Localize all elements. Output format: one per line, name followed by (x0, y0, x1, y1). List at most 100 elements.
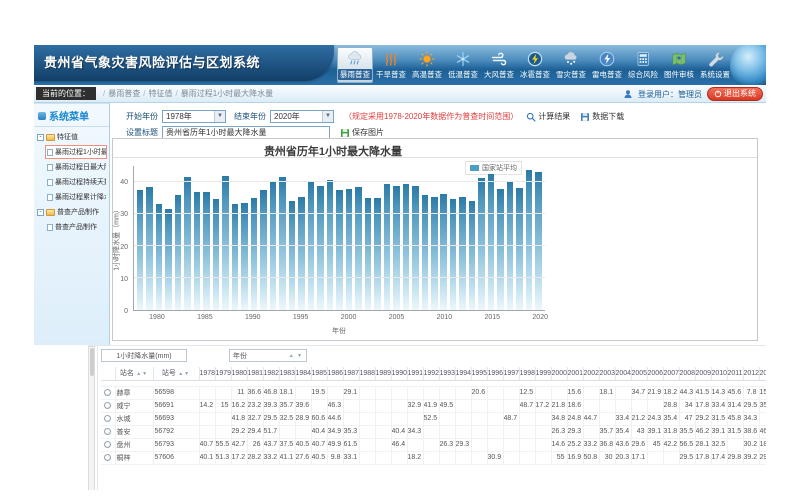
value-cell: 18.2 (663, 386, 679, 399)
breadcrumb-item[interactable]: 暴雨过程1小时最大降水量 (181, 89, 273, 98)
data-download-label: 数据下载 (592, 111, 624, 122)
year-column-header: 2004 (615, 367, 631, 380)
sidebar-item[interactable]: 暴雨过程1小时最大降水量 (45, 145, 107, 159)
station-radio[interactable] (104, 454, 111, 461)
end-year-value: 2020年 (271, 111, 322, 122)
nav-item-rain[interactable]: 暴雨普查 (337, 47, 373, 83)
value-cell: 48.7 (519, 399, 535, 412)
power-icon (714, 90, 722, 98)
collapse-icon[interactable]: - (37, 134, 44, 141)
start-year-select[interactable]: 1978年 ▼ (162, 110, 226, 123)
value-cell: 30 (599, 451, 615, 464)
map-icon (670, 50, 688, 68)
collapse-icon[interactable]: - (37, 209, 44, 216)
title-plate: 贵州省气象灾害风险评估与区划系统 (34, 45, 334, 81)
scrollbar-thumb[interactable] (90, 348, 94, 376)
year-column-header: 1986 (327, 367, 343, 380)
value-cell (391, 451, 407, 464)
station-id-header[interactable]: 站号 ▲▼ (153, 367, 199, 380)
station-radio[interactable] (104, 441, 111, 448)
sidebar-item[interactable]: 暴雨过程日最大降水量 (45, 160, 107, 174)
data-download-button[interactable]: 数据下载 (580, 111, 624, 122)
nav-item-hail[interactable]: 冰雹普查 (517, 47, 553, 83)
value-cell: 45.6 (727, 386, 743, 399)
tree-group[interactable]: -普查产品制作 (35, 205, 108, 219)
value-cell: 29.6 (631, 438, 647, 451)
value-cell: 7.8 (743, 386, 759, 399)
sidebar: 系统菜单 -特征值暴雨过程1小时最大降水量暴雨过程日最大降水量暴雨过程持续天数暴… (34, 103, 110, 345)
value-cell: 39.1 (647, 425, 663, 438)
nav-item-lightning[interactable]: 雷电普查 (589, 47, 625, 83)
tree-group[interactable]: -特征值 (35, 130, 108, 144)
measure-filter-box[interactable]: 1小时降水量(mm) (101, 349, 187, 362)
nav-item-map[interactable]: 图件审核 (661, 47, 697, 83)
value-cell: 28.8 (663, 399, 679, 412)
value-cell (647, 451, 663, 464)
value-cell: 14.3 (711, 386, 727, 399)
nav-item-risk[interactable]: 综合风险 (625, 47, 661, 83)
nav-item-settings[interactable]: 系统设置 (697, 47, 733, 83)
value-cell (535, 412, 551, 425)
value-cell (471, 451, 487, 464)
station-radio[interactable] (104, 389, 111, 396)
risk-icon (634, 50, 652, 68)
year-sort-box[interactable]: 年份 ▲ ▼ (229, 349, 307, 362)
value-cell (391, 399, 407, 412)
breadcrumb-item[interactable]: 暴雨普查 (108, 89, 140, 98)
station-radio[interactable] (104, 415, 111, 422)
value-cell (455, 399, 471, 412)
vertical-scrollbar[interactable] (88, 346, 95, 490)
value-cell (583, 386, 599, 399)
rain-icon (346, 50, 364, 68)
station-name-cell: 赫章 (115, 386, 153, 399)
value-cell: 55 (551, 451, 567, 464)
sidebar-item[interactable]: 暴雨过程持续天数 (45, 175, 107, 189)
calc-result-button[interactable]: 计算结果 (526, 111, 570, 122)
breadcrumb-item[interactable]: 特征值 (148, 89, 172, 98)
breadcrumb-separator: / (143, 89, 145, 98)
station-name-header-label: 站名 (120, 370, 134, 377)
value-cell: 48.7 (503, 412, 519, 425)
breadcrumb-separator: / (175, 89, 177, 98)
logout-button[interactable]: 退出系统 (707, 87, 763, 101)
logout-label: 退出系统 (724, 88, 756, 100)
value-cell (375, 425, 391, 438)
year-column-header: 2000 (551, 367, 567, 380)
value-cell (471, 412, 487, 425)
station-radio[interactable] (104, 402, 111, 409)
value-cell: 34.7 (631, 386, 647, 399)
station-name-header[interactable]: 站名 ▲▼ (115, 367, 153, 380)
end-year-select[interactable]: 2020年 ▼ (270, 110, 334, 123)
snow-icon (562, 50, 580, 68)
sidebar-item[interactable]: 暴雨过程累计降水量 (45, 190, 107, 204)
year-column-header: 1983 (279, 367, 295, 380)
nav-item-drought[interactable]: 干旱普查 (373, 47, 409, 83)
value-cell: 18.6 (567, 399, 583, 412)
value-cell: 45 (647, 438, 663, 451)
gridline (134, 245, 545, 246)
save-image-icon (340, 128, 350, 138)
value-cell (423, 438, 439, 451)
value-cell (487, 412, 503, 425)
save-image-button[interactable]: 保存图片 (340, 127, 384, 138)
value-cell: 31.5 (727, 425, 743, 438)
sidebar-item[interactable]: 普查产品制作 (45, 220, 107, 234)
value-cell: 20.6 (471, 386, 487, 399)
value-cell: 51.7 (263, 425, 279, 438)
year-column-header: 1994 (455, 367, 471, 380)
bar-2006 (403, 184, 410, 310)
year-column-header: 1988 (359, 367, 375, 380)
value-cell: 32.5 (711, 438, 727, 451)
nav-item-heat[interactable]: 高温普查 (409, 47, 445, 83)
query-row-1: 开始年份 1978年 ▼ 结束年份 2020年 ▼ （规定采用1978-2020… (126, 110, 634, 123)
station-name-cell: 水城 (115, 412, 153, 425)
app-window: 贵州省气象灾害风险评估与区划系统 暴雨普查干旱普查高温普查低温普查大风普查冰雹普… (34, 45, 766, 490)
station-radio[interactable] (104, 428, 111, 435)
page-icon (47, 179, 53, 186)
nav-item-snow[interactable]: 雪灾普查 (553, 47, 589, 83)
nav-item-cold[interactable]: 低温普查 (445, 47, 481, 83)
calc-result-label: 计算结果 (538, 111, 570, 122)
nav-item-wind[interactable]: 大风普查 (481, 47, 517, 83)
bar-2007 (412, 186, 419, 310)
save-image-label: 保存图片 (352, 127, 384, 138)
